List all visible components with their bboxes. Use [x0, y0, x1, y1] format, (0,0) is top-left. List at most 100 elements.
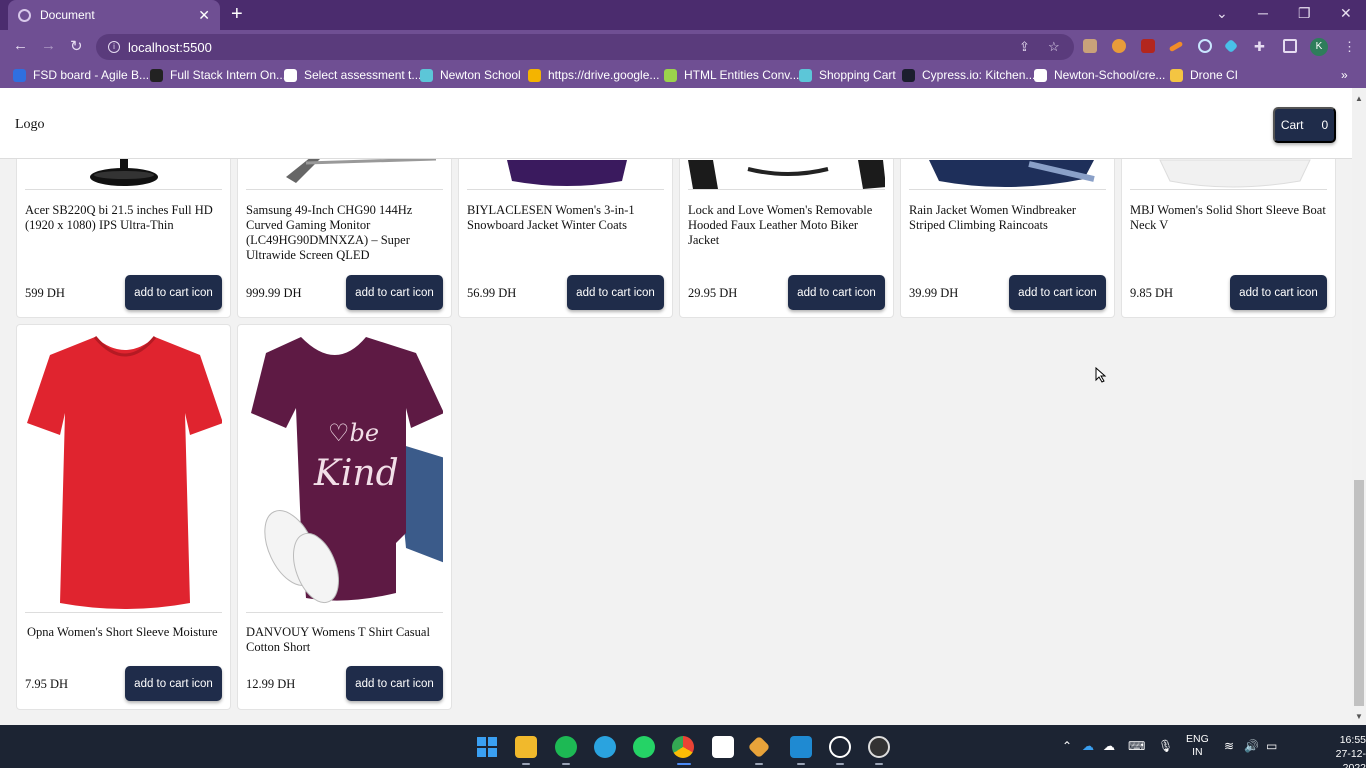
cart-label: Cart — [1280, 118, 1304, 132]
profile-avatar[interactable]: K — [1310, 38, 1328, 56]
bookmark-item[interactable]: Shopping Cart — [799, 68, 896, 82]
tab-close-icon[interactable]: ✕ — [198, 7, 210, 24]
vscode-icon[interactable] — [790, 736, 812, 758]
bookmark-item[interactable]: Drone CI — [1170, 68, 1238, 82]
reload-icon[interactable]: ↻ — [70, 37, 83, 55]
scrollbar-thumb[interactable] — [1354, 480, 1364, 706]
add-to-cart-button[interactable]: add to cart icon — [1009, 275, 1106, 310]
bookmark-item[interactable]: https://drive.google... — [528, 68, 659, 82]
newton-school-icon — [420, 68, 433, 82]
bookmark-item[interactable]: Select assessment t... — [284, 68, 421, 82]
cypress-icon[interactable] — [829, 736, 851, 758]
restore-icon[interactable]: ❐ — [1298, 5, 1311, 22]
share-icon[interactable]: ⇪ — [1019, 39, 1030, 55]
input-language[interactable]: ENG IN — [1186, 733, 1209, 759]
jira-icon — [13, 68, 26, 82]
globe-icon — [284, 68, 297, 82]
add-to-cart-button[interactable]: add to cart icon — [125, 275, 222, 310]
react-devtools-icon[interactable] — [1198, 39, 1212, 53]
microphone-icon[interactable]: 🎙 — [1158, 739, 1173, 753]
globe-icon — [18, 8, 31, 22]
bookmark-item[interactable]: Cypress.io: Kitchen... — [902, 68, 1035, 82]
volume-icon[interactable]: 🔊 — [1244, 739, 1259, 753]
running-indicator — [875, 763, 883, 765]
add-to-cart-button[interactable]: add to cart icon — [346, 666, 443, 701]
product-name: BIYLACLESEN Women's 3-in-1 Snowboard Jac… — [467, 203, 635, 232]
show-hidden-icons-icon[interactable]: ⌃ — [1062, 739, 1072, 753]
add-to-cart-button[interactable]: add to cart icon — [125, 666, 222, 701]
keyboard-icon[interactable]: ⌨ — [1128, 739, 1145, 753]
telegram-icon[interactable] — [594, 736, 616, 758]
system-clock[interactable]: 16:55 27-12-2022 — [1318, 733, 1366, 768]
product-name: DANVOUY Womens T Shirt Casual Cotton Sho… — [246, 625, 430, 654]
menu-kebab-icon[interactable]: ⋮ — [1343, 39, 1356, 55]
extensions-puzzle-icon[interactable]: ✚ — [1254, 39, 1265, 55]
extension-palette-icon[interactable] — [1112, 39, 1126, 53]
new-tab-icon[interactable]: + — [231, 4, 243, 24]
extension-pen-icon[interactable] — [1168, 40, 1184, 53]
running-indicator — [562, 763, 570, 765]
cloud-icon[interactable]: ☁ — [1103, 739, 1115, 753]
product-price: 9.85 DH — [1130, 286, 1174, 300]
bookmarks-bar: FSD board - Agile B... Full Stack Intern… — [0, 63, 1366, 88]
site-info-icon[interactable]: i — [108, 41, 120, 53]
product-name: Opna Women's Short Sleeve Moisture — [27, 625, 218, 639]
product-price: 56.99 DH — [467, 286, 517, 300]
running-indicator — [522, 763, 530, 765]
tab-search-icon[interactable]: ⌄ — [1216, 5, 1228, 22]
chrome-icon[interactable] — [672, 736, 694, 758]
bookmark-item[interactable]: HTML Entities Conv... — [664, 68, 799, 82]
notion-icon[interactable] — [712, 736, 734, 758]
scroll-down-icon[interactable]: ▼ — [1355, 712, 1363, 721]
cypress-icon — [902, 68, 915, 82]
page-scrollbar[interactable]: ▲ ▼ — [1352, 88, 1366, 725]
product-card: Opna Women's Short Sleeve Moisture 7.95 … — [16, 324, 231, 710]
region-code: IN — [1192, 746, 1203, 758]
scroll-up-icon[interactable]: ▲ — [1355, 94, 1363, 103]
purple-tshirt-image: ♡be Kind — [251, 337, 443, 604]
file-explorer-icon[interactable] — [515, 736, 537, 758]
cart-button[interactable]: Cart 0 — [1273, 107, 1336, 143]
add-to-cart-button[interactable]: add to cart icon — [346, 275, 443, 310]
obs-icon[interactable] — [868, 736, 890, 758]
bookmark-item[interactable]: Newton School — [420, 68, 521, 82]
add-to-cart-button[interactable]: add to cart icon — [1230, 275, 1327, 310]
cart-count: 0 — [1321, 118, 1329, 132]
extension-cookie-icon[interactable] — [1083, 39, 1097, 53]
tshirt-print-line-2: Kind — [313, 453, 399, 494]
ublock-icon[interactable] — [1141, 39, 1155, 53]
notion-icon — [150, 68, 163, 82]
add-to-cart-button[interactable]: add to cart icon — [567, 275, 664, 310]
extension-diamond-icon[interactable] — [1223, 38, 1239, 54]
product-name: Rain Jacket Women Windbreaker Striped Cl… — [909, 203, 1077, 232]
url-text: localhost:5500 — [128, 39, 212, 55]
bookmark-item[interactable]: Full Stack Intern On... — [150, 68, 286, 82]
battery-icon[interactable]: ▭ — [1266, 739, 1277, 753]
product-name: Acer SB220Q bi 21.5 inches Full HD (1920… — [25, 203, 213, 232]
windows-start-icon[interactable] — [476, 736, 498, 758]
forward-icon[interactable]: → — [41, 37, 56, 54]
more-bookmarks-icon[interactable]: » — [1341, 68, 1348, 82]
product-price: 7.95 DH — [25, 677, 69, 691]
spotify-icon[interactable] — [555, 736, 577, 758]
product-name: MBJ Women's Solid Short Sleeve Boat Neck… — [1130, 203, 1326, 232]
bookmark-item[interactable]: Newton-School/cre... — [1034, 68, 1165, 82]
bookmark-item[interactable]: FSD board - Agile B... — [13, 68, 149, 82]
wifi-icon[interactable]: ≋ — [1224, 739, 1234, 753]
product-name: Samsung 49-Inch CHG90 144Hz Curved Gamin… — [246, 203, 413, 262]
browser-toolbar: ← → ↻ i localhost:5500 ⇪ ☆ ✚ ⋮ — [0, 30, 1366, 63]
bookmark-star-icon[interactable]: ☆ — [1048, 39, 1060, 55]
back-icon[interactable]: ← — [13, 37, 28, 54]
side-panel-icon[interactable] — [1283, 39, 1297, 53]
browser-tab-document[interactable]: Document ✕ — [8, 0, 220, 30]
git-icon[interactable] — [747, 735, 771, 759]
address-bar[interactable]: i localhost:5500 — [96, 34, 1074, 60]
whatsapp-icon[interactable] — [633, 736, 655, 758]
minimize-icon[interactable]: ─ — [1258, 5, 1268, 21]
html-entities-icon — [664, 68, 677, 82]
close-window-icon[interactable]: ✕ — [1340, 5, 1352, 22]
onedrive-icon[interactable]: ☁ — [1082, 739, 1094, 753]
add-to-cart-button[interactable]: add to cart icon — [788, 275, 885, 310]
windows-taskbar: ⌃ ☁ ☁ ⌨ 🎙 ENG IN ≋ 🔊 ▭ 16:55 27-12-2022 — [0, 725, 1366, 768]
site-logo[interactable]: Logo — [15, 117, 45, 133]
